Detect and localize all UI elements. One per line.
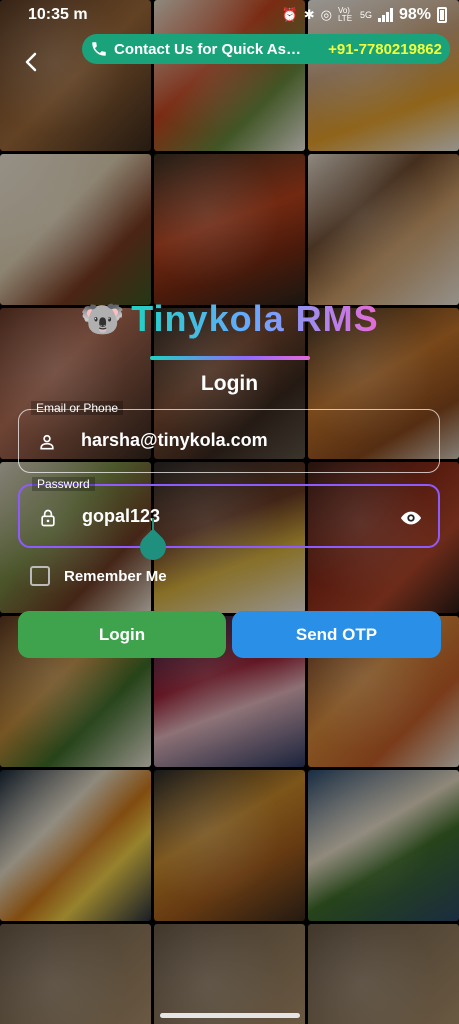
- send-otp-button[interactable]: Send OTP: [232, 611, 441, 658]
- signal-icon: [377, 8, 393, 22]
- brand-underline: [150, 356, 310, 360]
- eye-icon[interactable]: [400, 507, 422, 529]
- battery-percent: 98%: [398, 6, 431, 23]
- login-button[interactable]: Login: [18, 611, 226, 658]
- email-field[interactable]: Email or Phone harsha@tinykola.com: [18, 401, 440, 473]
- password-value: gopal123: [82, 506, 161, 526]
- koala-icon: 🐨: [80, 298, 126, 339]
- email-field-label: Email or Phone: [31, 401, 124, 415]
- remember-me-label: Remember Me: [64, 567, 167, 585]
- lte-indicator: Vo) LTE: [337, 6, 353, 23]
- status-icons: ⏰ ✱ ◎ Vo) LTE 5G 98%: [282, 6, 447, 24]
- remember-me-row[interactable]: Remember Me: [30, 566, 167, 586]
- lock-icon: [41, 509, 55, 527]
- remember-me-checkbox[interactable]: [30, 566, 50, 586]
- network-indicator: 5G: [359, 10, 372, 20]
- status-time: 10:35 m: [28, 6, 88, 23]
- brand-name: Tinykola RMS: [131, 298, 379, 339]
- battery-icon: [437, 7, 447, 23]
- person-icon: [40, 434, 54, 450]
- bluetooth-icon: ✱: [303, 7, 315, 22]
- alarm-icon: ⏰: [281, 7, 298, 22]
- page-title: Login: [200, 372, 259, 395]
- phone-icon: [92, 42, 106, 56]
- contact-banner[interactable]: Contact Us for Quick Assistance +91-7780…: [82, 34, 450, 64]
- password-field-label: Password: [32, 477, 95, 491]
- password-field[interactable]: Password gopal123: [18, 477, 440, 548]
- email-value: harsha@tinykola.com: [81, 430, 268, 450]
- contact-phone-number[interactable]: +91-7780219862: [328, 41, 442, 58]
- home-indicator[interactable]: [160, 1013, 300, 1018]
- back-arrow-icon[interactable]: [20, 50, 44, 74]
- contact-message: Contact Us for Quick Assistance: [114, 40, 306, 58]
- brand-logo: 🐨 Tinykola RMS: [0, 298, 459, 340]
- status-bar: 10:35 m ⏰ ✱ ◎ Vo) LTE 5G 98%: [0, 0, 459, 30]
- hotspot-icon: ◎: [320, 7, 332, 22]
